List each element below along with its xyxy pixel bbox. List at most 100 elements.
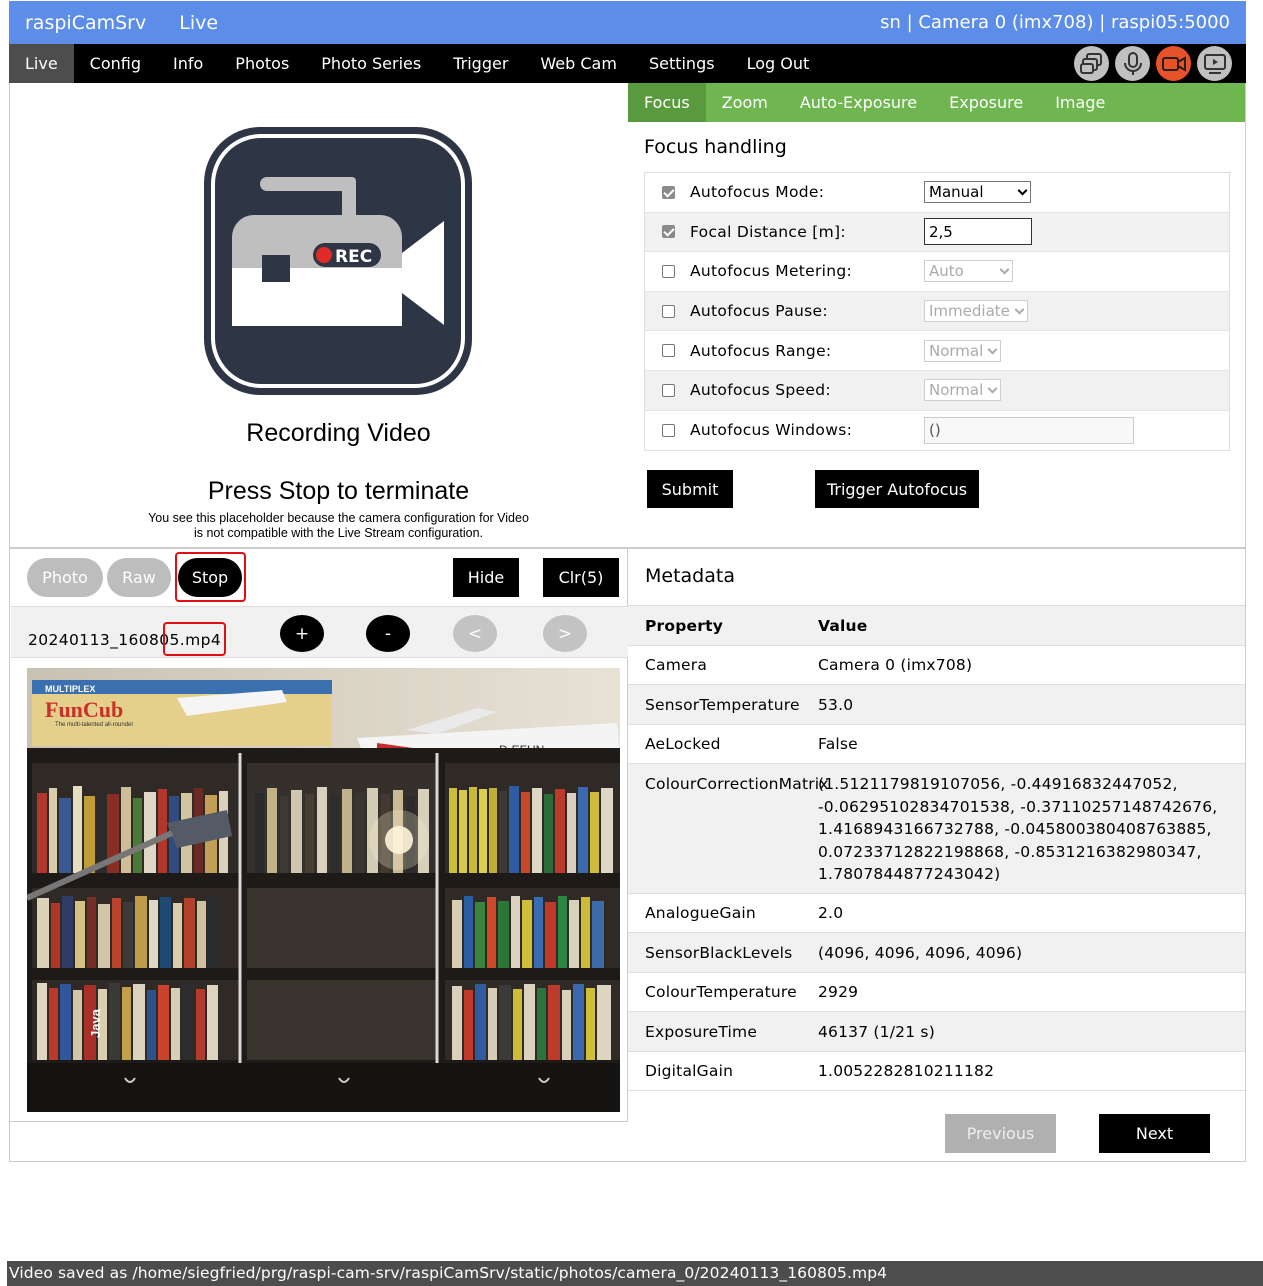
live-view-panel: REC Recording Video Press Stop to termin… <box>9 83 628 547</box>
autofocus-range-checkbox[interactable] <box>662 344 675 358</box>
autofocus-speed-label: Autofocus Speed: <box>690 381 831 400</box>
autofocus-mode-select[interactable]: Manual <box>924 181 1031 204</box>
metadata-value: 2929 <box>818 983 859 1001</box>
nav-web-cam[interactable]: Web Cam <box>524 44 633 83</box>
table-row: DigitalGain 1.0052282810211182 <box>628 1052 1245 1091</box>
clear-button[interactable]: Clr(5) <box>543 558 619 597</box>
focus-settings-table: Autofocus Mode: Manual Focal Distance [m… <box>644 172 1230 452</box>
table-row: SensorTemperature 53.0 <box>628 685 1245 725</box>
autofocus-mode-value: Manual <box>929 183 984 202</box>
nav-settings[interactable]: Settings <box>633 44 731 83</box>
placeholder-subtitle: Press Stop to terminate <box>207 477 470 505</box>
controls-panel: Focus Zoom Auto-Exposure Exposure Image … <box>628 83 1246 547</box>
autofocus-windows-input[interactable]: () <box>924 416 1134 444</box>
metadata-key: SensorTemperature <box>645 695 800 714</box>
trigger-autofocus-button[interactable]: Trigger Autofocus <box>815 470 979 508</box>
chevron-down-icon <box>999 265 1010 276</box>
nav-live[interactable]: Live <box>9 44 74 83</box>
metadata-header-value: Value <box>818 616 868 635</box>
panel-border <box>9 1122 10 1162</box>
focus-row-autofocus-windows: Autofocus Windows: () <box>645 411 1229 451</box>
chevron-down-icon <box>987 344 998 355</box>
metadata-value: 53.0 <box>818 695 854 714</box>
autofocus-metering-select[interactable]: Auto <box>924 260 1013 283</box>
tab-auto-exposure[interactable]: Auto-Exposure <box>784 83 933 122</box>
metadata-key: AnalogueGain <box>645 904 756 922</box>
chevron-down-icon <box>1017 185 1028 196</box>
focus-row-autofocus-mode: Autofocus Mode: Manual <box>645 173 1229 213</box>
status-bar: Video saved as /home/siegfried/prg/raspi… <box>7 1261 1263 1286</box>
autofocus-mode-label: Autofocus Mode: <box>690 183 825 202</box>
metadata-key: ExposureTime <box>645 1022 758 1041</box>
autofocus-windows-label: Autofocus Windows: <box>690 421 853 440</box>
autofocus-mode-checkbox[interactable] <box>662 185 675 199</box>
app-header: raspiCamSrv Live sn | Camera 0 (imx708) … <box>9 1 1246 44</box>
box-model-text: FunCub <box>45 697 123 722</box>
next-button[interactable]: Next <box>1099 1114 1210 1153</box>
tab-exposure[interactable]: Exposure <box>933 83 1039 122</box>
recording-video-icon: REC <box>204 127 472 395</box>
photo-button[interactable]: Photo <box>27 558 103 597</box>
autofocus-speed-select[interactable]: Normal <box>924 379 1001 402</box>
tab-zoom[interactable]: Zoom <box>706 83 784 122</box>
metadata-key: ColourCorrectionMatrix <box>645 775 829 793</box>
panel-border <box>9 1161 628 1162</box>
nav-log-out[interactable]: Log Out <box>731 44 826 83</box>
microphone-icon[interactable] <box>1115 46 1150 81</box>
book-java-text: Java <box>88 1008 103 1038</box>
nav-photos[interactable]: Photos <box>219 44 305 83</box>
main-nav: Live Config Info Photos Photo Series Tri… <box>9 44 1246 83</box>
metadata-value: Camera 0 (imx708) <box>818 656 973 674</box>
app-title: raspiCamSrv <box>25 11 147 34</box>
hide-button[interactable]: Hide <box>453 558 519 597</box>
focal-distance-input[interactable]: 2,5 <box>924 218 1032 246</box>
metadata-value: 46137 (1/21 s) <box>818 1022 935 1041</box>
chevron-down-icon <box>1014 304 1025 315</box>
focus-section-title: Focus handling <box>644 136 787 158</box>
camera-host-info: sn | Camera 0 (imx708) | raspi05:5000 <box>880 12 1230 33</box>
video-preview-icon[interactable] <box>1197 46 1232 81</box>
autofocus-metering-value: Auto <box>929 262 964 281</box>
metadata-title: Metadata <box>645 565 735 587</box>
focal-distance-value: 2,5 <box>929 222 953 241</box>
submit-button[interactable]: Submit <box>647 470 733 508</box>
table-row: Camera Camera 0 (imx708) <box>628 646 1245 685</box>
page-title: Live <box>179 11 219 34</box>
zoom-out-button[interactable]: - <box>366 615 410 652</box>
table-row: AeLocked False <box>628 725 1245 764</box>
focus-row-autofocus-speed: Autofocus Speed: Normal <box>645 370 1229 411</box>
metadata-value: 1.0052282810211182 <box>818 1062 995 1080</box>
stop-highlight <box>175 552 246 602</box>
autofocus-windows-value: () <box>929 421 941 440</box>
autofocus-windows-checkbox[interactable] <box>662 423 675 437</box>
metadata-value: (4096, 4096, 4096, 4096) <box>818 943 1023 962</box>
nav-trigger[interactable]: Trigger <box>437 44 524 83</box>
raw-button[interactable]: Raw <box>107 558 171 597</box>
autofocus-pause-select[interactable]: Immediate <box>924 300 1028 323</box>
tab-image[interactable]: Image <box>1039 83 1121 122</box>
table-row: ExposureTime 46137 (1/21 s) <box>628 1012 1245 1052</box>
tab-focus[interactable]: Focus <box>628 83 706 122</box>
previous-photo-button[interactable]: < <box>453 615 497 652</box>
previous-button[interactable]: Previous <box>945 1114 1056 1153</box>
autofocus-metering-checkbox[interactable] <box>662 264 675 278</box>
autofocus-range-select[interactable]: Normal <box>924 339 1001 362</box>
metadata-value: False <box>818 735 858 753</box>
multi-camera-icon[interactable] <box>1074 46 1109 81</box>
video-record-icon[interactable] <box>1156 46 1191 81</box>
nav-config[interactable]: Config <box>74 44 157 83</box>
table-row: ColourCorrectionMatrix (1.51211798191070… <box>628 764 1245 894</box>
zoom-in-button[interactable]: + <box>280 615 324 652</box>
placeholder-note-line1: You see this placeholder because the cam… <box>148 511 529 525</box>
placeholder-title: Recording Video <box>246 419 431 447</box>
chevron-down-icon <box>987 383 998 394</box>
box-brand-text: MULTIPLEX <box>45 684 95 694</box>
nav-info[interactable]: Info <box>157 44 219 83</box>
autofocus-pause-checkbox[interactable] <box>662 304 675 318</box>
metadata-table: Property Value Camera Camera 0 (imx708) … <box>628 605 1245 1091</box>
next-photo-button[interactable]: > <box>543 615 587 652</box>
metadata-value: (1.5121179819107056, -0.44916832447052, … <box>818 775 1218 883</box>
nav-photo-series[interactable]: Photo Series <box>305 44 437 83</box>
autofocus-speed-checkbox[interactable] <box>662 383 675 397</box>
focal-distance-checkbox[interactable] <box>662 225 675 239</box>
